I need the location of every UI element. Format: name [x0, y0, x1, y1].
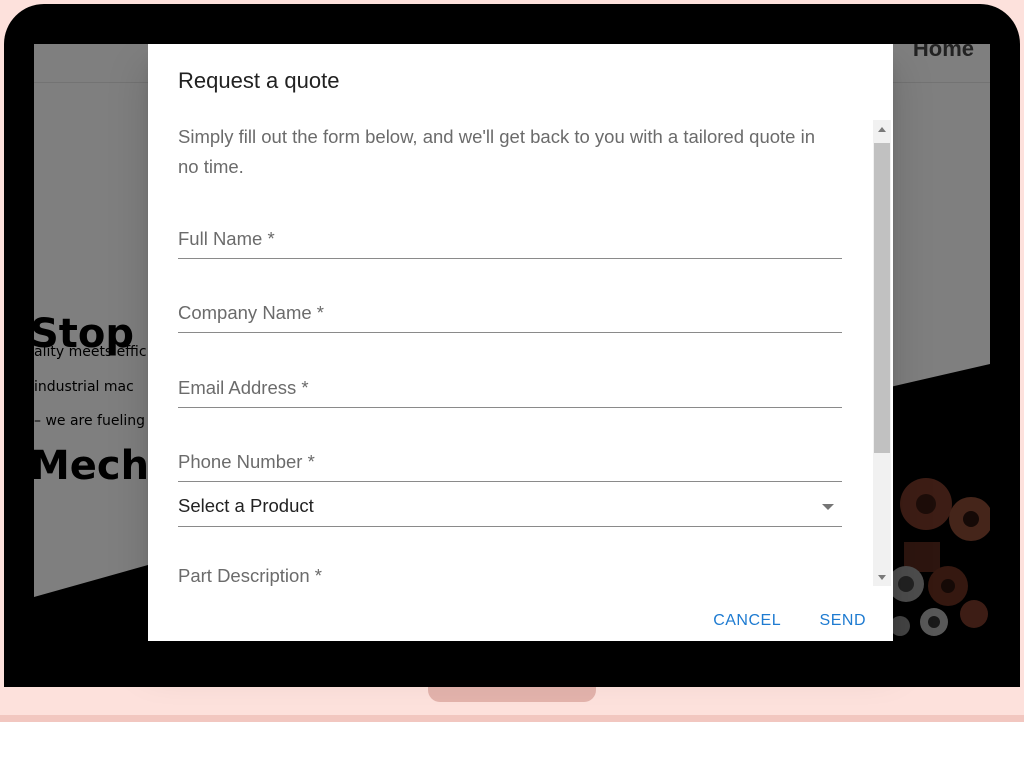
dialog-content: Simply fill out the form below, and we'l… — [178, 120, 868, 586]
dialog-scrollbar[interactable] — [873, 120, 891, 586]
company-name-field[interactable]: Company Name * — [178, 290, 842, 333]
scroll-down-arrow-icon[interactable] — [878, 575, 886, 580]
part-description-field[interactable]: Part Description * — [178, 553, 842, 586]
product-select[interactable]: Select a Product — [178, 486, 842, 527]
cancel-button[interactable]: CANCEL — [713, 612, 781, 630]
dialog-title: Request a quote — [178, 68, 340, 93]
product-select-value: Select a Product — [178, 495, 314, 516]
laptop-notch — [428, 687, 596, 702]
send-button[interactable]: SEND — [820, 612, 866, 630]
dialog-actions: CANCEL SEND — [679, 612, 866, 630]
caret-down-icon[interactable] — [822, 504, 834, 510]
laptop-base-edge — [0, 715, 1024, 722]
full-name-field[interactable]: Full Name * — [178, 216, 842, 259]
request-quote-dialog: Request a quote Simply fill out the form… — [148, 44, 893, 641]
email-input[interactable] — [178, 365, 842, 407]
dialog-description: Simply fill out the form below, and we'l… — [178, 126, 815, 177]
scrollbar-thumb[interactable] — [874, 143, 890, 453]
phone-input[interactable] — [178, 439, 842, 481]
phone-field[interactable]: Phone Number * — [178, 439, 842, 482]
part-description-input[interactable] — [178, 553, 842, 586]
full-name-input[interactable] — [178, 216, 842, 258]
email-field[interactable]: Email Address * — [178, 365, 842, 408]
scroll-up-arrow-icon[interactable] — [878, 127, 886, 132]
company-name-input[interactable] — [178, 290, 842, 332]
